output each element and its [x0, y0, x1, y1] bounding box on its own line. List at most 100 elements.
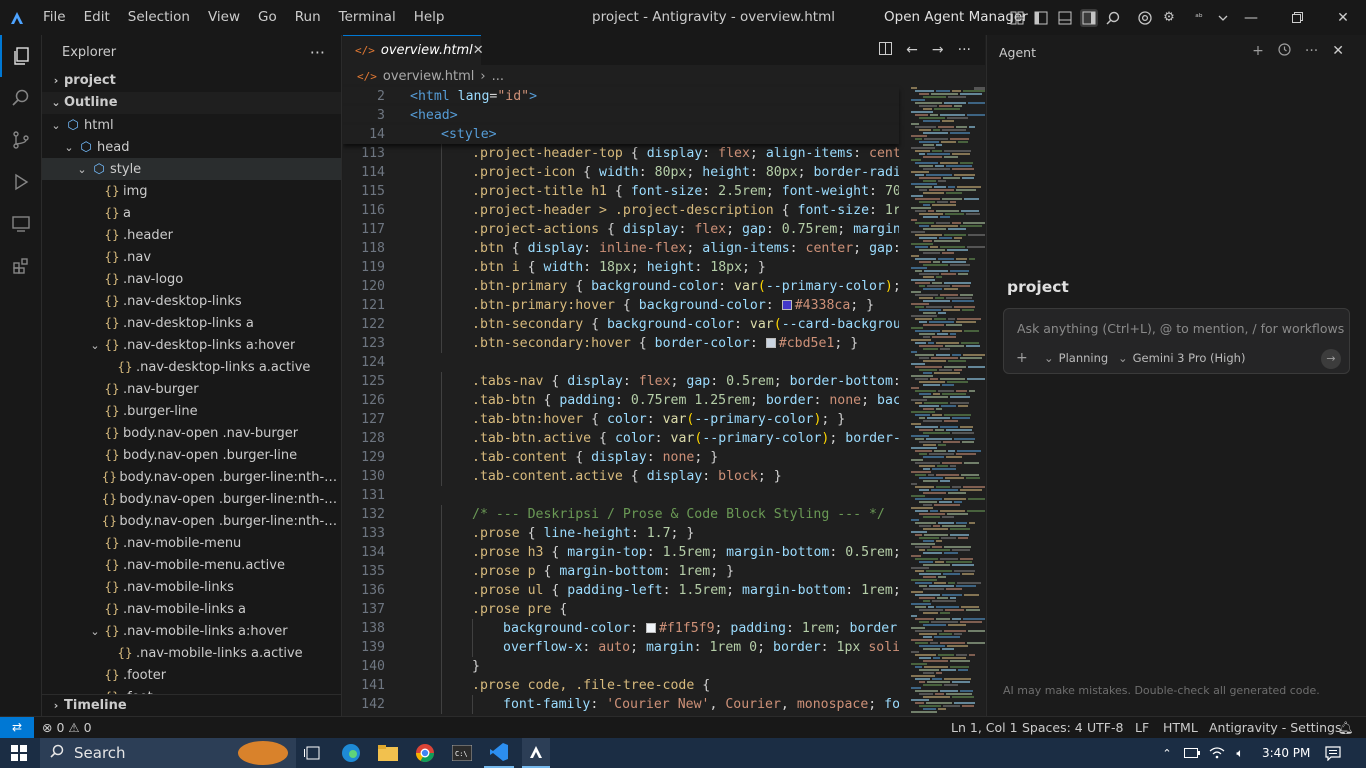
close-panel-icon[interactable]: ✕ [1332, 43, 1344, 60]
outline-item[interactable]: {}body.nav-open .burger-line:nth-child..… [42, 466, 341, 488]
menu-terminal[interactable]: Terminal [330, 0, 405, 35]
agent-input-placeholder[interactable]: Ask anything (Ctrl+L), @ to mention, / f… [1017, 321, 1344, 336]
code-line[interactable]: 140} [343, 657, 899, 676]
language-mode[interactable]: HTML [1163, 717, 1198, 738]
outline-item[interactable]: ⌄ ⬡ head [42, 136, 341, 158]
clock-time[interactable]: 3:40 PM [1262, 738, 1310, 768]
split-editor-icon[interactable] [879, 41, 893, 59]
outline-item[interactable]: {}body.nav-open .burger-line:nth-child..… [42, 510, 341, 532]
menu-selection[interactable]: Selection [119, 0, 199, 35]
search-icon[interactable] [0, 77, 42, 119]
open-agent-manager-button[interactable]: Open Agent Manager [884, 0, 1028, 35]
wifi-icon[interactable] [1207, 738, 1227, 768]
code-line[interactable]: 117 .project-actions { display: flex; gap… [343, 220, 899, 239]
outline-item[interactable]: {} .header [42, 224, 341, 246]
new-chat-plus-icon[interactable]: + [1252, 43, 1264, 60]
settings-gear-icon[interactable]: ⚙ [1160, 9, 1178, 27]
chevron-up-icon[interactable]: ⌃ [1157, 738, 1177, 768]
more-actions-icon[interactable]: ··· [1305, 43, 1318, 60]
sticky-scroll-line[interactable]: 3 <head> [343, 106, 899, 125]
code-line[interactable]: 136 .prose ul { padding-left: 1.5rem; mar… [343, 581, 899, 600]
battery-icon[interactable] [1182, 738, 1202, 768]
extensions-icon[interactable] [0, 245, 42, 287]
sticky-scroll-line[interactable]: 2 <html lang="id"> [343, 87, 899, 106]
vscode-icon[interactable] [484, 738, 514, 768]
edge-browser-icon[interactable] [338, 738, 364, 768]
terminal-icon[interactable]: C:\ [449, 738, 475, 768]
close-window-button[interactable]: ✕ [1320, 0, 1366, 35]
outline-section-header[interactable]: ⌄ Outline [42, 92, 341, 114]
code-line[interactable]: 137 .prose pre { [343, 600, 899, 619]
outline-item[interactable]: {} .burger-line [42, 400, 341, 422]
toggle-secondary-sidebar-icon[interactable] [1080, 8, 1098, 27]
file-explorer-icon[interactable] [375, 738, 401, 768]
code-line[interactable]: 129 .tab-content { display: none; } [343, 448, 899, 467]
notifications-bell-icon[interactable]: 🔔︎ [1338, 717, 1354, 738]
outline-item[interactable]: {} .nav [42, 246, 341, 268]
outline-item[interactable]: {} body.nav-open .burger-line [42, 444, 341, 466]
layout-grid-icon[interactable] [1008, 9, 1026, 27]
close-tab-icon[interactable]: ✕ [473, 43, 484, 58]
code-line[interactable]: 121 .btn-primary:hover { background-color… [343, 296, 899, 315]
code-line[interactable]: 125 .tabs-nav { display: flex; gap: 0.5re… [343, 372, 899, 391]
outline-item[interactable]: {} a [42, 202, 341, 224]
toggle-panel-icon[interactable] [1056, 9, 1074, 27]
maximize-button[interactable] [1274, 0, 1320, 35]
outline-item[interactable]: {} .nav-desktop-links [42, 290, 341, 312]
outline-item[interactable]: {} .footer [42, 664, 341, 686]
code-line[interactable]: 130 .tab-content.active { display: block;… [343, 467, 899, 486]
menu-file[interactable]: File [34, 0, 75, 35]
code-line[interactable]: 131 [343, 486, 899, 505]
sticky-scroll-line[interactable]: 14 <style> [343, 125, 899, 144]
minimize-button[interactable]: — [1228, 0, 1274, 35]
code-line[interactable]: 123 .btn-secondary:hover { border-color: … [343, 334, 899, 353]
code-line[interactable]: 120 .btn-primary { background-color: var(… [343, 277, 899, 296]
code-line[interactable]: 132 /* --- Deskripsi / Prose & Code Block… [343, 505, 899, 524]
search-icon[interactable] [1104, 9, 1122, 27]
notification-center-icon[interactable] [1322, 738, 1344, 768]
editor-scrollbar[interactable] [972, 87, 985, 716]
tab-overview-html[interactable]: </> overview.html ✕ [343, 35, 484, 65]
code-line[interactable]: 139 overflow-x: auto; margin: 1rem 0; bor… [343, 638, 899, 657]
remote-explorer-icon[interactable] [0, 203, 42, 245]
code-line[interactable]: 122 .btn-secondary { background-color: va… [343, 315, 899, 334]
settings-status[interactable]: Antigravity - Settings [1209, 717, 1341, 738]
code-line[interactable]: 134 .prose h3 { margin-top: 1.5rem; margi… [343, 543, 899, 562]
source-control-icon[interactable] [0, 119, 42, 161]
breadcrumb-more[interactable]: ... [492, 69, 504, 84]
code-line[interactable]: 142 font-family: 'Courier New', Courier, … [343, 695, 899, 714]
outline-item[interactable]: {} .nav-desktop-links a [42, 312, 341, 334]
remote-indicator-icon[interactable]: ⇄ [0, 717, 34, 739]
project-section-header[interactable]: › project [42, 70, 341, 92]
taskbar-search[interactable]: Search [40, 738, 296, 768]
menu-view[interactable]: View [199, 0, 249, 35]
cursor-position[interactable]: Ln 1, Col 1 [951, 717, 1018, 738]
code-line[interactable]: 124 [343, 353, 899, 372]
code-line[interactable]: 113 .project-header-top { display: flex; … [343, 144, 899, 163]
outline-item[interactable]: {} .nav-logo [42, 268, 341, 290]
antigravity-app-icon[interactable] [522, 738, 550, 768]
indentation[interactable]: Spaces: 4 [1022, 717, 1083, 738]
menu-run[interactable]: Run [286, 0, 330, 35]
code-editor[interactable]: 2 <html lang="id"> 3 <head> 14 <style> 113 .pro… [343, 87, 899, 716]
outline-item[interactable]: ⌄ ⬡ style [42, 158, 341, 180]
outline-item[interactable]: {} .nav-burger [42, 378, 341, 400]
breadcrumb-file[interactable]: overview.html [383, 69, 474, 84]
more-actions-icon[interactable]: ··· [310, 43, 325, 62]
model-dropdown[interactable]: ⌄ Gemini 3 Pro (High) [1118, 351, 1245, 365]
toggle-primary-sidebar-icon[interactable] [1032, 9, 1050, 27]
agent-chat-input[interactable]: Ask anything (Ctrl+L), @ to mention, / f… [1003, 308, 1350, 374]
color-swatch-icon[interactable] [765, 338, 776, 348]
outline-item[interactable]: {} .nav-mobile-menu.active [42, 554, 341, 576]
outline-item[interactable]: {} .nav-mobile-links a.active [42, 642, 341, 664]
code-line[interactable]: 119 .btn i { width: 18px; height: 18px; } [343, 258, 899, 277]
menu-go[interactable]: Go [249, 0, 286, 35]
more-actions-icon[interactable]: ··· [958, 42, 971, 58]
chrome-icon[interactable] [412, 738, 438, 768]
color-swatch-icon[interactable] [645, 623, 656, 633]
mode-dropdown[interactable]: ⌄ Planning [1044, 351, 1108, 365]
menu-edit[interactable]: Edit [75, 0, 119, 35]
color-swatch-icon[interactable] [781, 300, 792, 310]
arrow-left-icon[interactable]: ← [906, 42, 918, 58]
code-line[interactable]: 116 .project-header > .project-descriptio… [343, 201, 899, 220]
